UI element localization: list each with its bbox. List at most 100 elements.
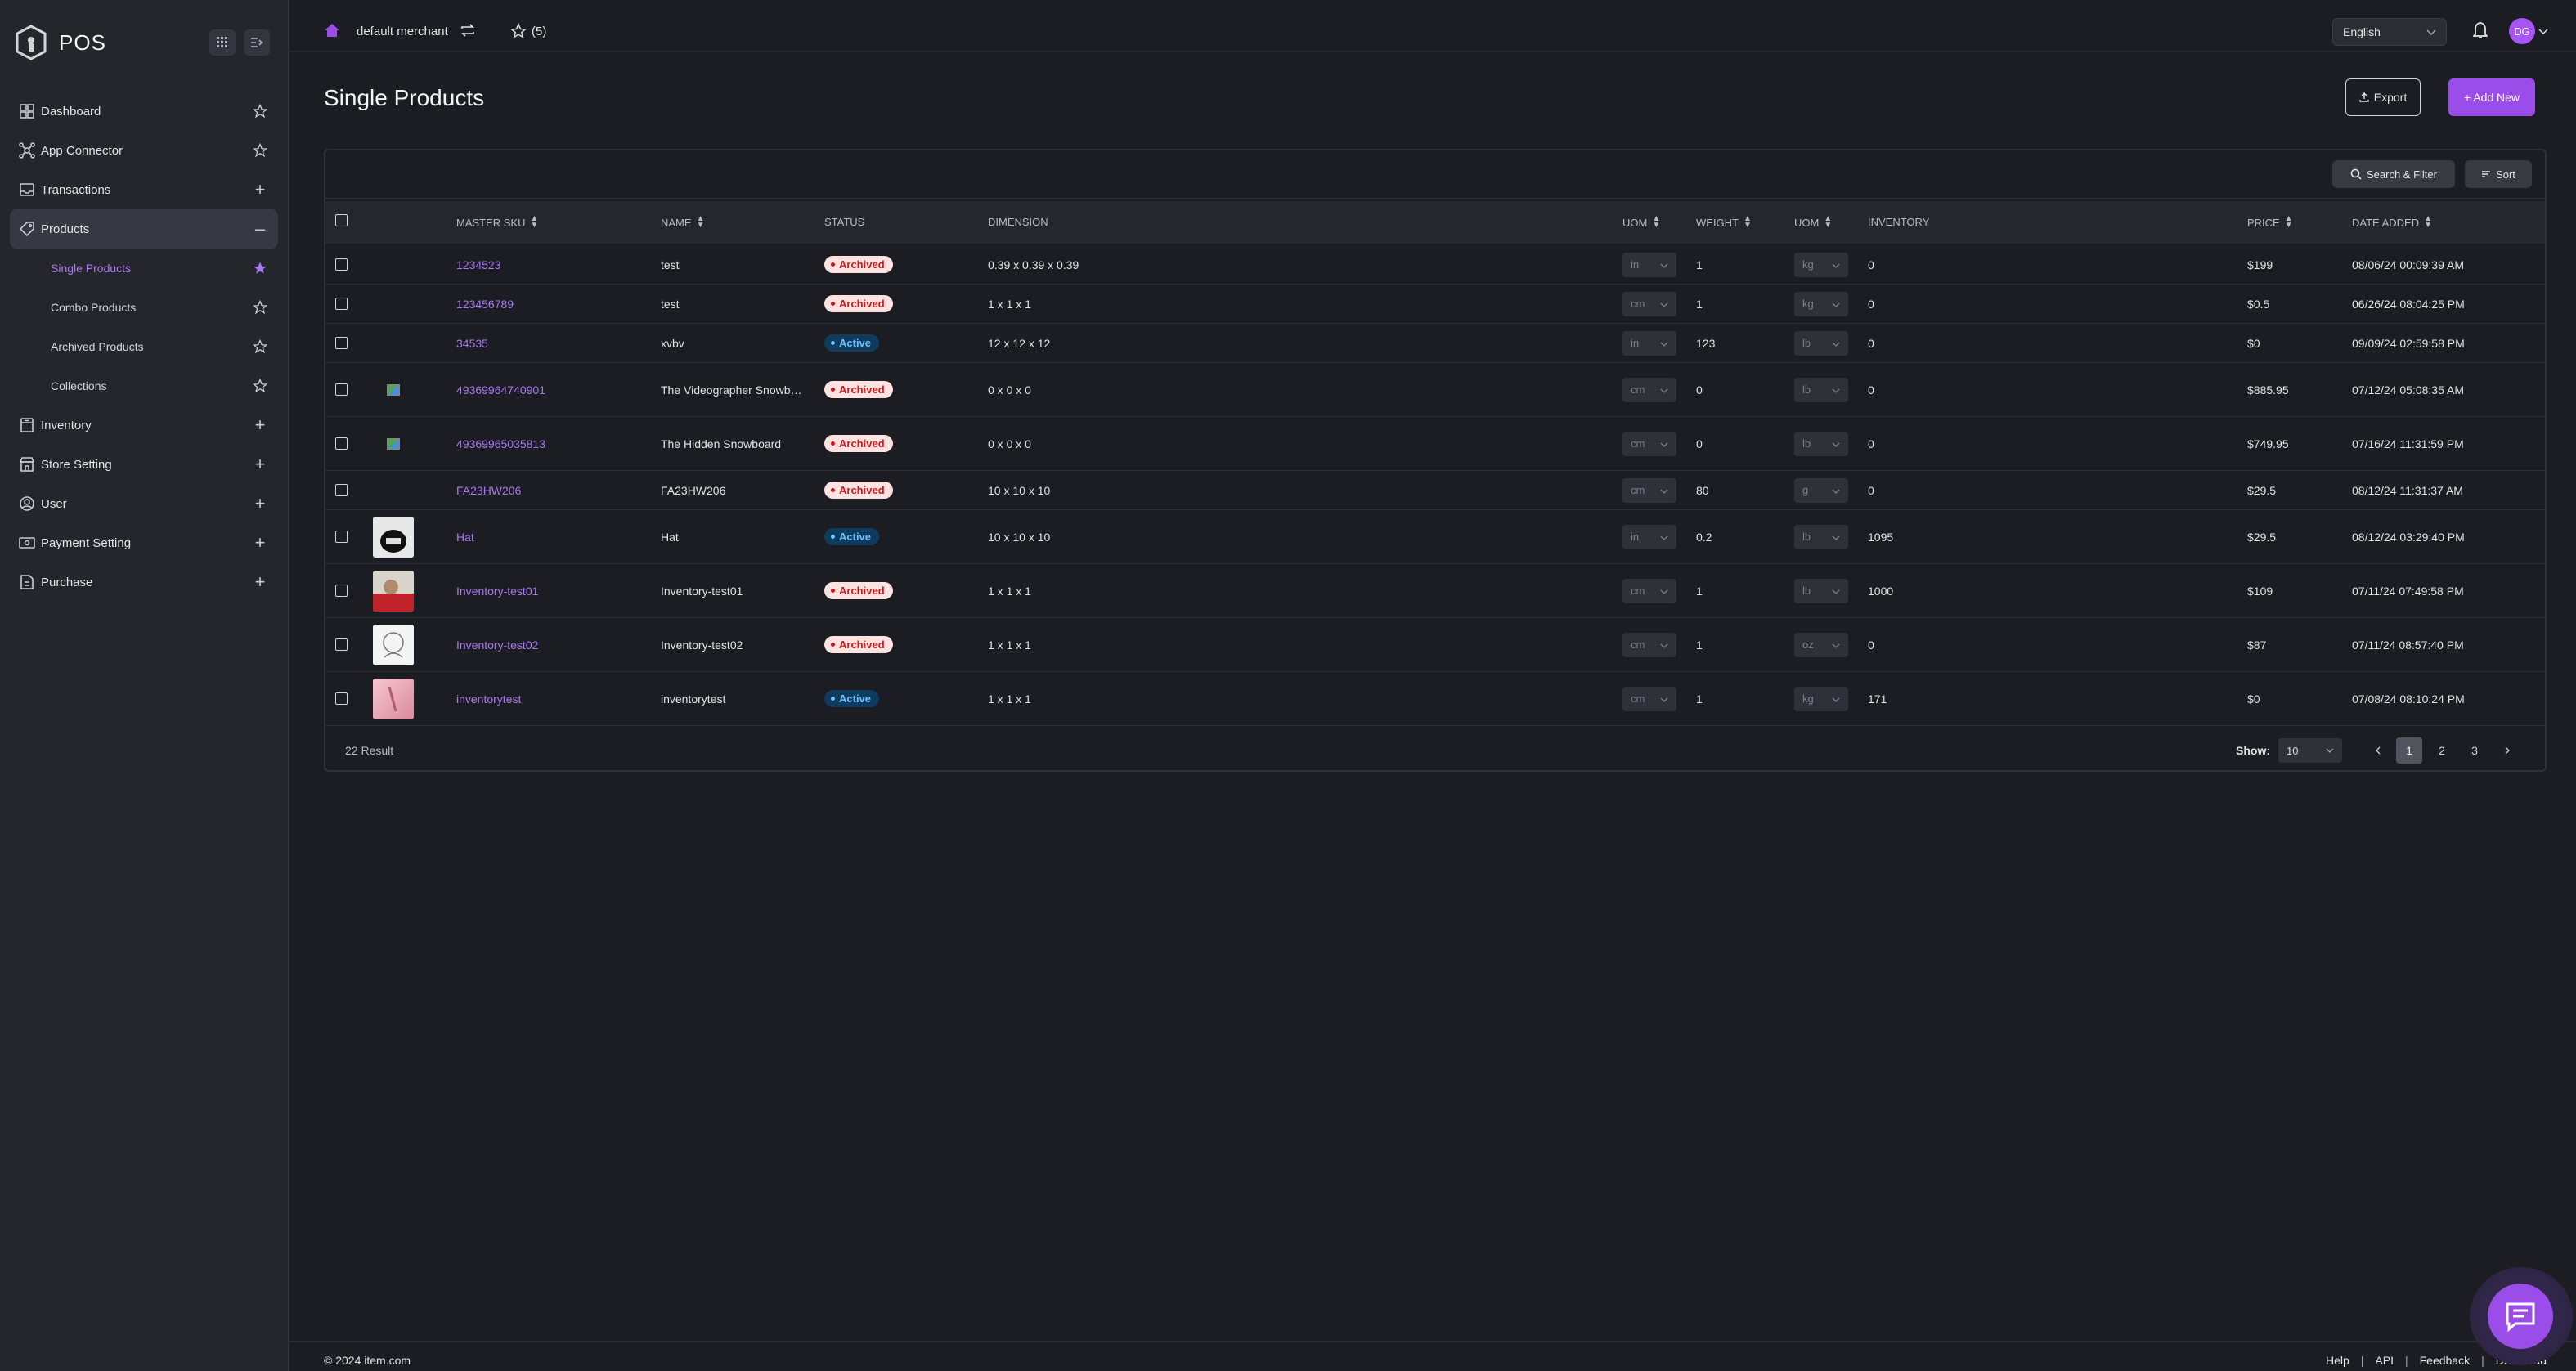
sku-link[interactable]: Hat xyxy=(456,510,474,563)
sku-link[interactable]: 1234523 xyxy=(456,245,501,284)
sidebar-item-payment-setting[interactable]: Payment Setting + xyxy=(10,523,278,562)
star-icon[interactable] xyxy=(250,376,270,396)
sidebar-item-store-setting[interactable]: Store Setting + xyxy=(10,445,278,484)
dimension-uom-select[interactable]: cm xyxy=(1622,578,1676,603)
header-date-added[interactable]: DATE ADDED ▲ ▼ xyxy=(2352,215,2432,230)
weight-uom-select[interactable]: g xyxy=(1794,477,1848,503)
row-checkbox[interactable] xyxy=(335,585,348,597)
plus-icon[interactable]: + xyxy=(250,532,270,553)
header-master-sku[interactable]: MASTER SKU ▲ ▼ xyxy=(456,215,538,230)
sku-link[interactable]: Inventory-test02 xyxy=(456,618,538,671)
table-row[interactable]: inventorytest inventorytest Active 1 x 1 x … xyxy=(325,672,2545,726)
dimension-uom-select[interactable]: cm xyxy=(1622,377,1676,402)
switch-merchant-icon[interactable] xyxy=(460,23,476,42)
row-checkbox[interactable] xyxy=(335,437,348,450)
header-name[interactable]: NAME ▲ ▼ xyxy=(661,215,704,230)
sku-link[interactable]: inventorytest xyxy=(456,672,521,725)
add-new-button[interactable]: + Add New xyxy=(2448,78,2535,116)
merchant-name[interactable]: default merchant xyxy=(357,25,448,38)
sidebar-item-transactions[interactable]: Transactions + xyxy=(10,170,278,209)
dimension-uom-select[interactable]: in xyxy=(1622,330,1676,356)
page-button-2[interactable]: 2 xyxy=(2429,737,2455,764)
chat-launcher[interactable] xyxy=(2470,1267,2573,1365)
sku-link[interactable]: 34535 xyxy=(456,324,488,362)
notification-bell-icon[interactable] xyxy=(2471,21,2489,43)
table-row[interactable]: 34535 xvbv Active 12 x 12 x 12 in 123 lb 0 $0 09/… xyxy=(325,324,2545,363)
table-row[interactable]: FA23HW206 FA23HW206 Archived 10 x 10 x 10 cm… xyxy=(325,471,2545,510)
weight-uom-select[interactable]: kg xyxy=(1794,686,1848,711)
sort-button[interactable]: Sort xyxy=(2465,160,2532,188)
header-weight[interactable]: WEIGHT ▲ ▼ xyxy=(1696,215,1752,230)
row-checkbox[interactable] xyxy=(335,298,348,310)
plus-icon[interactable]: + xyxy=(250,454,270,474)
dimension-uom-select[interactable]: in xyxy=(1622,252,1676,277)
sku-link[interactable]: 49369964740901 xyxy=(456,363,545,416)
star-icon[interactable] xyxy=(250,298,270,317)
weight-uom-select[interactable]: oz xyxy=(1794,632,1848,657)
collapse-sidebar-icon[interactable] xyxy=(244,29,270,56)
weight-uom-select[interactable]: lb xyxy=(1794,377,1848,402)
sidebar-subitem-single-products[interactable]: Single Products xyxy=(10,249,278,288)
row-checkbox[interactable] xyxy=(335,258,348,271)
sidebar-item-user[interactable]: User + xyxy=(10,484,278,523)
sku-link[interactable]: 123456789 xyxy=(456,285,514,323)
plus-icon[interactable]: + xyxy=(250,493,270,513)
row-checkbox[interactable] xyxy=(335,638,348,651)
row-checkbox[interactable] xyxy=(335,531,348,543)
search-filter-button[interactable]: Search & Filter xyxy=(2332,160,2455,188)
weight-uom-select[interactable]: lb xyxy=(1794,330,1848,356)
sidebar-item-app-connector[interactable]: App Connector xyxy=(10,131,278,170)
apps-grid-icon[interactable] xyxy=(209,29,236,56)
row-checkbox[interactable] xyxy=(335,484,348,496)
next-page-button[interactable] xyxy=(2494,737,2520,764)
sidebar-item-products[interactable]: Products – xyxy=(10,209,278,249)
page-button-3[interactable]: 3 xyxy=(2462,737,2488,764)
minus-icon[interactable]: – xyxy=(250,218,270,239)
sidebar-item-inventory[interactable]: Inventory + xyxy=(10,405,278,445)
page-button-1[interactable]: 1 xyxy=(2396,737,2422,764)
weight-uom-select[interactable]: lb xyxy=(1794,431,1848,456)
sidebar-subitem-archived-products[interactable]: Archived Products xyxy=(10,327,278,366)
table-row[interactable]: 1234523 test Archived 0.39 x 0.39 x 0.39 in 1… xyxy=(325,245,2545,285)
header-uom-dimension[interactable]: UOM ▲ ▼ xyxy=(1622,215,1660,230)
plus-icon[interactable]: + xyxy=(250,571,270,592)
footer-link-help[interactable]: Help xyxy=(2326,1354,2349,1367)
avatar[interactable]: DG xyxy=(2509,18,2535,44)
dimension-uom-select[interactable]: cm xyxy=(1622,431,1676,456)
sidebar-subitem-collections[interactable]: Collections xyxy=(10,366,278,405)
footer-link-api[interactable]: API xyxy=(2375,1354,2394,1367)
sku-link[interactable]: FA23HW206 xyxy=(456,471,521,509)
row-checkbox[interactable] xyxy=(335,337,348,349)
weight-uom-select[interactable]: kg xyxy=(1794,252,1848,277)
select-all-checkbox[interactable] xyxy=(335,214,348,226)
weight-uom-select[interactable]: lb xyxy=(1794,578,1848,603)
star-icon[interactable] xyxy=(250,337,270,356)
footer-link-feedback[interactable]: Feedback xyxy=(2420,1354,2470,1367)
sidebar-subitem-combo-products[interactable]: Combo Products xyxy=(10,288,278,327)
sidebar-item-purchase[interactable]: Purchase + xyxy=(10,562,278,602)
table-row[interactable]: Hat Hat Active 10 x 10 x 10 in 0.2 lb 1095 $29.5… xyxy=(325,510,2545,564)
table-row[interactable]: Inventory-test01 Inventory-test01 Archived… xyxy=(325,564,2545,618)
home-icon[interactable] xyxy=(324,23,340,42)
header-uom-weight[interactable]: UOM ▲ ▼ xyxy=(1794,215,1832,230)
row-checkbox[interactable] xyxy=(335,383,348,396)
weight-uom-select[interactable]: kg xyxy=(1794,291,1848,316)
sku-link[interactable]: Inventory-test01 xyxy=(456,564,538,617)
table-row[interactable]: 49369964740901 The Videographer Snowb… Arc… xyxy=(325,363,2545,417)
weight-uom-select[interactable]: lb xyxy=(1794,524,1848,549)
row-checkbox[interactable] xyxy=(335,692,348,705)
chevron-down-icon[interactable] xyxy=(2538,25,2548,39)
export-button[interactable]: Export xyxy=(2345,78,2421,116)
dimension-uom-select[interactable]: cm xyxy=(1622,291,1676,316)
plus-icon[interactable]: + xyxy=(250,414,270,435)
table-row[interactable]: 49369965035813 The Hidden Snowboard Archiv… xyxy=(325,417,2545,471)
dimension-uom-select[interactable]: cm xyxy=(1622,686,1676,711)
header-price[interactable]: PRICE ▲ ▼ xyxy=(2247,215,2293,230)
language-select[interactable]: English xyxy=(2332,18,2447,46)
dimension-uom-select[interactable]: in xyxy=(1622,524,1676,549)
prev-page-button[interactable] xyxy=(2365,737,2391,764)
star-icon[interactable] xyxy=(250,141,270,160)
plus-icon[interactable]: + xyxy=(250,179,270,199)
star-icon[interactable] xyxy=(250,101,270,121)
sku-link[interactable]: 49369965035813 xyxy=(456,417,545,470)
